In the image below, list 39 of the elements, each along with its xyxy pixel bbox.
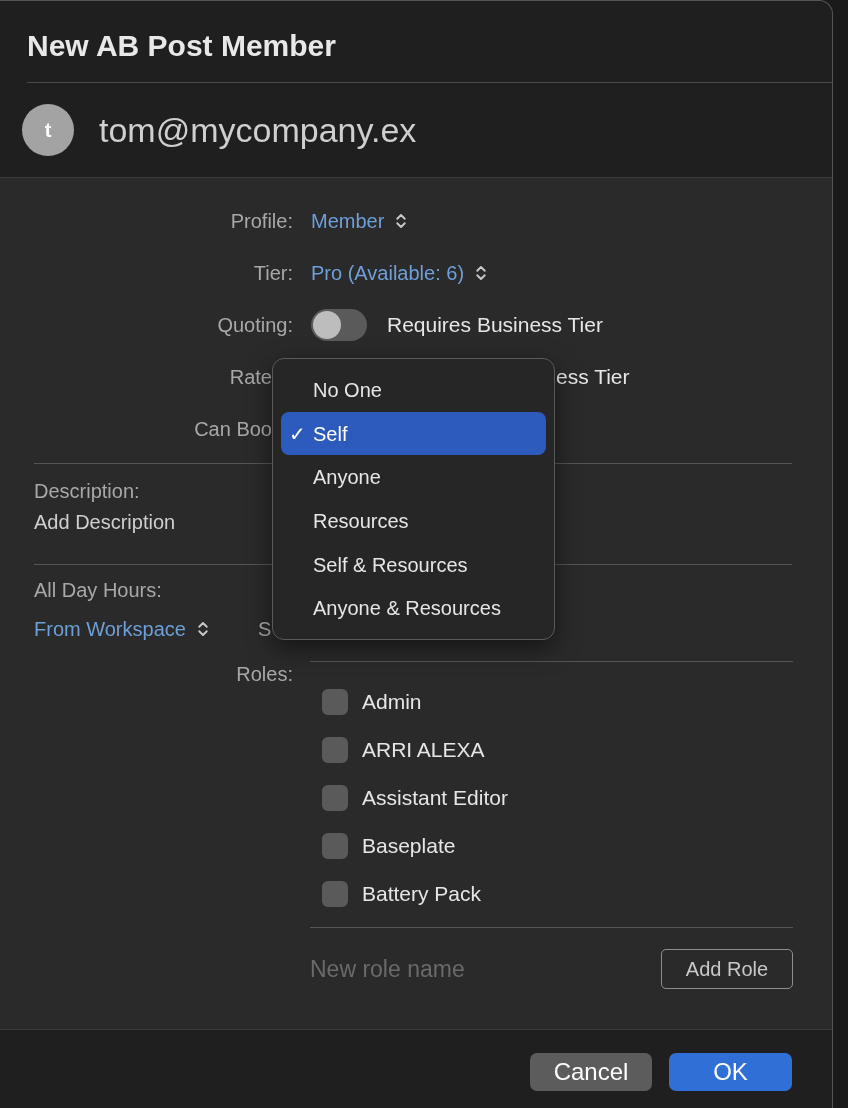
popup-button[interactable]: Member xyxy=(311,206,411,236)
popup-button[interactable]: Pro (Available: 6) xyxy=(311,258,491,288)
field-label: Rate xyxy=(229,365,272,390)
field-label: Profile: xyxy=(230,209,293,234)
menu-item[interactable]: Anyone & Resources xyxy=(281,586,546,631)
role-name-field[interactable]: New role name xyxy=(310,949,610,989)
add-role-button[interactable]: Add Role xyxy=(661,949,793,989)
field-label: S xyxy=(258,617,272,642)
role-label: Baseplate xyxy=(362,833,456,860)
role-label: Admin xyxy=(362,689,422,716)
checkbox[interactable] xyxy=(322,833,348,859)
window-title: New AB Post Member xyxy=(27,28,336,64)
role-label: Battery Pack xyxy=(362,881,482,908)
hours-label: All Day Hours: xyxy=(34,578,162,603)
field-label: Tier: xyxy=(253,261,293,286)
menu-item[interactable]: Self & Resources xyxy=(281,542,546,587)
toggle-switch[interactable] xyxy=(311,309,367,341)
role-label: ARRI ALEXA xyxy=(362,737,485,764)
field-label: Can Boo xyxy=(194,417,272,442)
roles-label: Roles: xyxy=(236,662,293,687)
checkbox[interactable] xyxy=(322,785,348,811)
checkbox[interactable] xyxy=(322,881,348,907)
role-label: Assistant Editor xyxy=(362,785,508,812)
menu-item[interactable]: No One xyxy=(281,368,546,412)
email-text: tom@mycompany.ex xyxy=(99,109,417,151)
description-label: Description: xyxy=(34,479,140,504)
checkbox[interactable] xyxy=(322,737,348,763)
menu-item[interactable]: Resources xyxy=(281,499,546,543)
menu-item[interactable]: ✓ Self xyxy=(281,411,546,456)
field-note: ess Tier xyxy=(556,364,630,391)
field-note: Requires Business Tier xyxy=(387,312,603,339)
popup-button[interactable]: From Workspace xyxy=(34,614,212,644)
checkbox[interactable] xyxy=(322,689,348,715)
ok-button[interactable]: OK xyxy=(669,1053,792,1091)
menu-item[interactable]: Anyone xyxy=(281,455,546,499)
field-label: Quoting: xyxy=(217,313,293,338)
avatar: t xyxy=(22,104,74,156)
description-field[interactable]: Add Description xyxy=(34,509,264,535)
cancel-button[interactable]: Cancel xyxy=(530,1053,652,1091)
